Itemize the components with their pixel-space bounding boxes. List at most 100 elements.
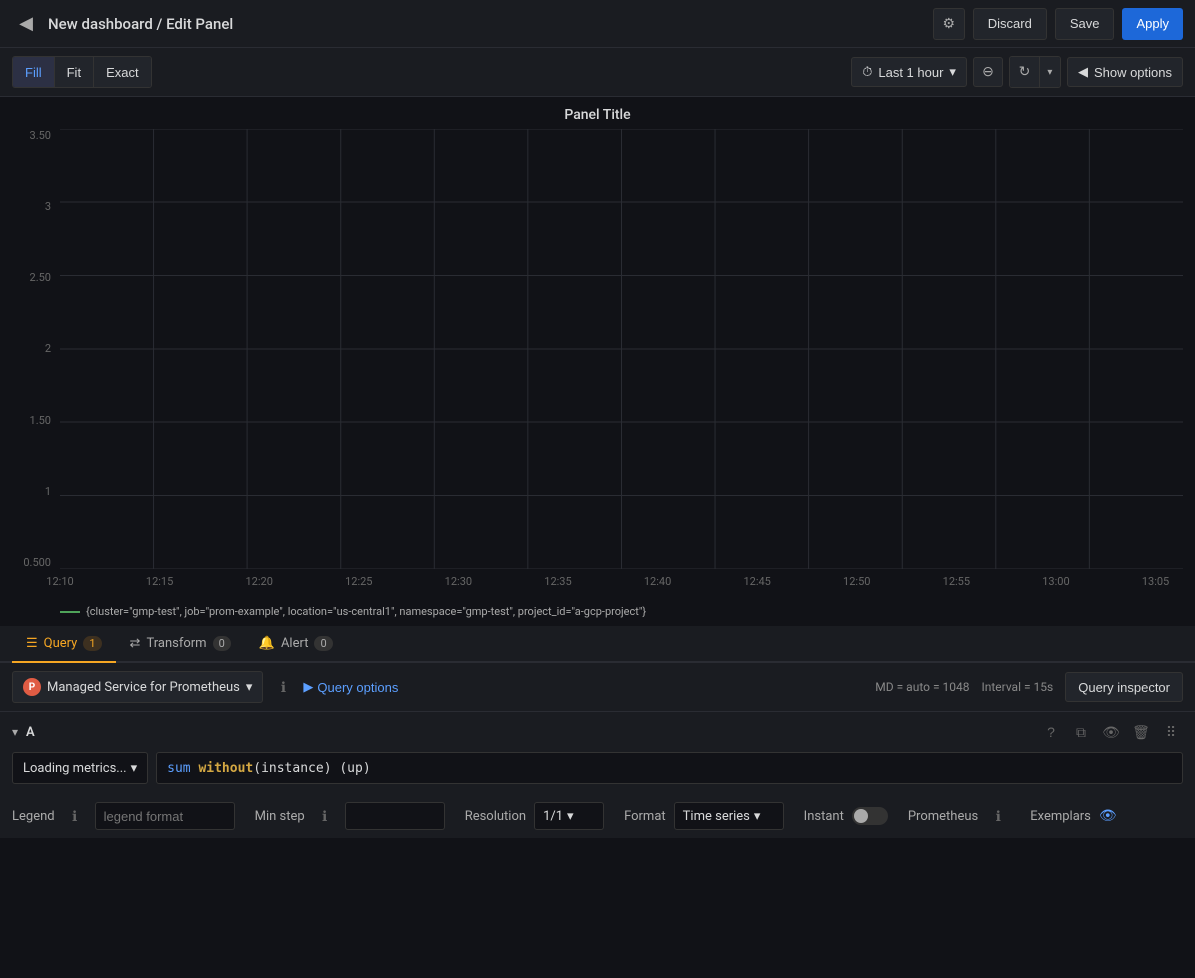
resolution-group: Resolution 1/1 ▾ xyxy=(465,802,604,830)
prometheus-info-icon: ℹ xyxy=(996,808,1001,825)
query-eye-button[interactable]: 👁 xyxy=(1099,720,1123,744)
code-up: up xyxy=(347,761,363,776)
tab-transform-label: Transform xyxy=(146,636,206,651)
toolbar: Fill Fit Exact ⏱ Last 1 hour ▾ ⊖ ↻ ▾ ◀ S… xyxy=(0,48,1195,97)
refresh-chevron-icon: ▾ xyxy=(1047,67,1052,78)
exemplars-label: Exemplars xyxy=(1030,809,1091,824)
datasource-info-button[interactable]: ℹ xyxy=(271,675,295,699)
format-label: Format xyxy=(624,809,666,824)
refresh-group: ↻ ▾ xyxy=(1009,56,1061,88)
apply-button[interactable]: Apply xyxy=(1122,8,1183,40)
query-inspector-button[interactable]: Query inspector xyxy=(1065,672,1183,702)
legend-input[interactable] xyxy=(95,802,235,830)
y-label-150: 1.50 xyxy=(12,414,57,427)
save-button[interactable]: Save xyxy=(1055,8,1115,40)
legend-group: Legend ℹ xyxy=(12,802,235,830)
code-space2 xyxy=(332,761,340,776)
interval-label: Interval = 15s xyxy=(981,680,1053,694)
instant-toggle[interactable] xyxy=(852,807,888,825)
discard-button[interactable]: Discard xyxy=(973,8,1047,40)
format-group: Format Time series ▾ xyxy=(624,802,784,830)
metrics-selector[interactable]: Loading metrics... ▾ xyxy=(12,752,148,784)
y-label-1: 1 xyxy=(12,485,57,498)
code-open-paren2: ( xyxy=(339,761,347,776)
tab-transform-icon: ⇄ xyxy=(130,636,141,651)
zoom-button[interactable]: ⊖ xyxy=(973,57,1003,87)
header-actions: ⚙ Discard Save Apply xyxy=(933,8,1183,40)
x-label-1250: 12:50 xyxy=(843,575,870,599)
query-bar-right: MD = auto = 1048 Interval = 15s Query in… xyxy=(875,672,1183,702)
datasource-selector[interactable]: P Managed Service for Prometheus ▾ xyxy=(12,671,263,703)
code-editor[interactable]: sum without ( instance ) ( up ) xyxy=(156,752,1183,784)
refresh-button[interactable]: ↻ xyxy=(1010,57,1040,87)
minstep-label: Min step xyxy=(255,809,305,824)
expand-icon: ▶ xyxy=(303,679,313,695)
format-select[interactable]: Time series ▾ xyxy=(674,802,784,830)
fill-button[interactable]: Fill xyxy=(13,57,55,87)
prometheus-info-button[interactable]: ℹ xyxy=(986,804,1010,828)
settings-button[interactable]: ⚙ xyxy=(933,8,965,40)
legend-color xyxy=(60,611,80,613)
minstep-group: Min step ℹ xyxy=(255,802,445,830)
tab-query[interactable]: ☰ Query 1 xyxy=(12,626,116,663)
code-open-paren: ( xyxy=(253,761,261,776)
view-mode-group: Fill Fit Exact xyxy=(12,56,152,88)
chart-container: Panel Title 3.50 3 2.50 2 1.50 1 0.500 xyxy=(0,97,1195,626)
query-section-left: ▾ A xyxy=(12,725,35,740)
ds-chevron-icon: ▾ xyxy=(246,680,253,695)
back-button[interactable]: ◀ xyxy=(12,10,40,38)
page-title: New dashboard / Edit Panel xyxy=(48,15,933,33)
drag-icon: ⠿ xyxy=(1166,724,1176,741)
show-options-label: Show options xyxy=(1094,65,1172,80)
x-label-1300: 13:00 xyxy=(1042,575,1069,599)
resolution-label: Resolution xyxy=(465,809,526,824)
resolution-select[interactable]: 1/1 ▾ xyxy=(534,802,604,830)
metrics-chevron-icon: ▾ xyxy=(131,761,138,776)
md-label: MD = auto = 1048 xyxy=(875,680,969,694)
query-options-label: Query options xyxy=(317,680,398,695)
x-label-1215: 12:15 xyxy=(146,575,173,599)
exemplars-eye-icon[interactable]: 👁 xyxy=(1099,808,1117,824)
code-close-paren2: ) xyxy=(363,761,371,776)
chart-area: 3.50 3 2.50 2 1.50 1 0.500 xyxy=(12,129,1183,599)
tabs-row: ☰ Query 1 ⇄ Transform 0 🔔 Alert 0 xyxy=(0,626,1195,663)
query-options-button[interactable]: ▶ Query options xyxy=(303,679,398,695)
query-section-header: ▾ A ? ⧉ 👁 🗑 ⠿ xyxy=(12,720,1183,744)
help-icon: ? xyxy=(1047,724,1055,740)
tab-alert-icon: 🔔 xyxy=(259,636,275,651)
collapse-button[interactable]: ▾ xyxy=(12,725,18,739)
time-range-label: Last 1 hour xyxy=(878,65,943,80)
minstep-info-button[interactable]: ℹ xyxy=(313,804,337,828)
time-range-button[interactable]: ⏱ Last 1 hour ▾ xyxy=(851,57,967,87)
exact-button[interactable]: Exact xyxy=(94,57,151,87)
fit-button[interactable]: Fit xyxy=(55,57,94,87)
legend-text: {cluster="gmp-test", job="prom-example",… xyxy=(86,605,646,618)
code-sum: sum xyxy=(167,761,190,776)
tab-query-icon: ☰ xyxy=(26,636,38,651)
code-space1 xyxy=(191,761,199,776)
y-label-050: 0.500 xyxy=(12,556,57,569)
legend-info-button[interactable]: ℹ xyxy=(63,804,87,828)
datasource-icon: P xyxy=(23,678,41,696)
tab-alert[interactable]: 🔔 Alert 0 xyxy=(245,626,347,663)
query-section-right: ? ⧉ 👁 🗑 ⠿ xyxy=(1039,720,1183,744)
instant-label: Instant xyxy=(804,809,844,824)
prometheus-label: Prometheus xyxy=(908,809,978,824)
x-label-1225: 12:25 xyxy=(345,575,372,599)
query-editor: ▾ A ? ⧉ 👁 🗑 ⠿ Loading metrics... ▾ xyxy=(0,712,1195,802)
x-label-1210: 12:10 xyxy=(46,575,73,599)
datasource-label: Managed Service for Prometheus xyxy=(47,680,240,695)
y-label-2: 2 xyxy=(12,342,57,355)
minstep-input[interactable] xyxy=(345,802,445,830)
refresh-dropdown-button[interactable]: ▾ xyxy=(1040,57,1060,87)
query-help-button[interactable]: ? xyxy=(1039,720,1063,744)
tab-alert-badge: 0 xyxy=(314,636,332,651)
show-options-icon: ◀ xyxy=(1078,64,1088,80)
query-drag-button[interactable]: ⠿ xyxy=(1159,720,1183,744)
query-trash-button[interactable]: 🗑 xyxy=(1129,720,1153,744)
metrics-label: Loading metrics... xyxy=(23,761,127,776)
query-copy-button[interactable]: ⧉ xyxy=(1069,720,1093,744)
x-label-1240: 12:40 xyxy=(644,575,671,599)
tab-transform[interactable]: ⇄ Transform 0 xyxy=(116,626,245,663)
show-options-button[interactable]: ◀ Show options xyxy=(1067,57,1183,87)
